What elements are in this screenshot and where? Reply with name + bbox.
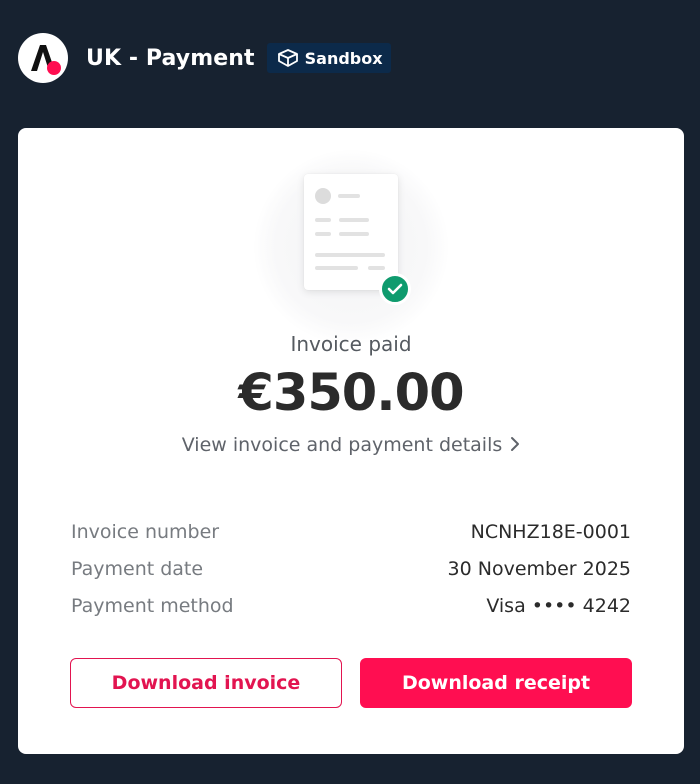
payment-date-row: Payment date 30 November 2025 <box>71 550 631 587</box>
sandbox-label: Sandbox <box>304 48 383 68</box>
payment-date-value: 30 November 2025 <box>447 557 631 580</box>
invoice-number-label: Invoice number <box>71 520 220 543</box>
invoice-number-row: Invoice number NCNHZ18E-0001 <box>71 513 631 550</box>
sandbox-badge: Sandbox <box>266 43 391 73</box>
invoice-details: Invoice number NCNHZ18E-0001 Payment dat… <box>71 513 631 624</box>
page-header: UK - Payment Sandbox <box>18 32 391 84</box>
payment-method-row: Payment method Visa •••• 4242 <box>71 587 631 624</box>
check-circle-icon <box>379 273 411 305</box>
payment-amount: €350.00 <box>238 364 464 423</box>
chevron-right-icon <box>510 435 520 457</box>
payment-method-label: Payment method <box>71 594 234 617</box>
invoice-status: Invoice paid <box>290 332 412 356</box>
payment-method-value: Visa •••• 4242 <box>486 594 631 617</box>
payment-card: Invoice paid €350.00 View invoice and pa… <box>18 128 684 754</box>
cube-icon <box>277 48 299 68</box>
invoice-number-value: NCNHZ18E-0001 <box>470 520 631 543</box>
view-details-link[interactable]: View invoice and payment details <box>18 434 684 457</box>
view-details-label: View invoice and payment details <box>181 434 503 456</box>
document-icon <box>304 174 398 290</box>
merchant-name: UK - Payment <box>86 45 255 71</box>
brand-logo-icon <box>18 33 68 83</box>
download-receipt-button[interactable]: Download receipt <box>360 658 632 708</box>
download-invoice-button[interactable]: Download invoice <box>70 658 342 708</box>
payment-date-label: Payment date <box>71 557 204 580</box>
